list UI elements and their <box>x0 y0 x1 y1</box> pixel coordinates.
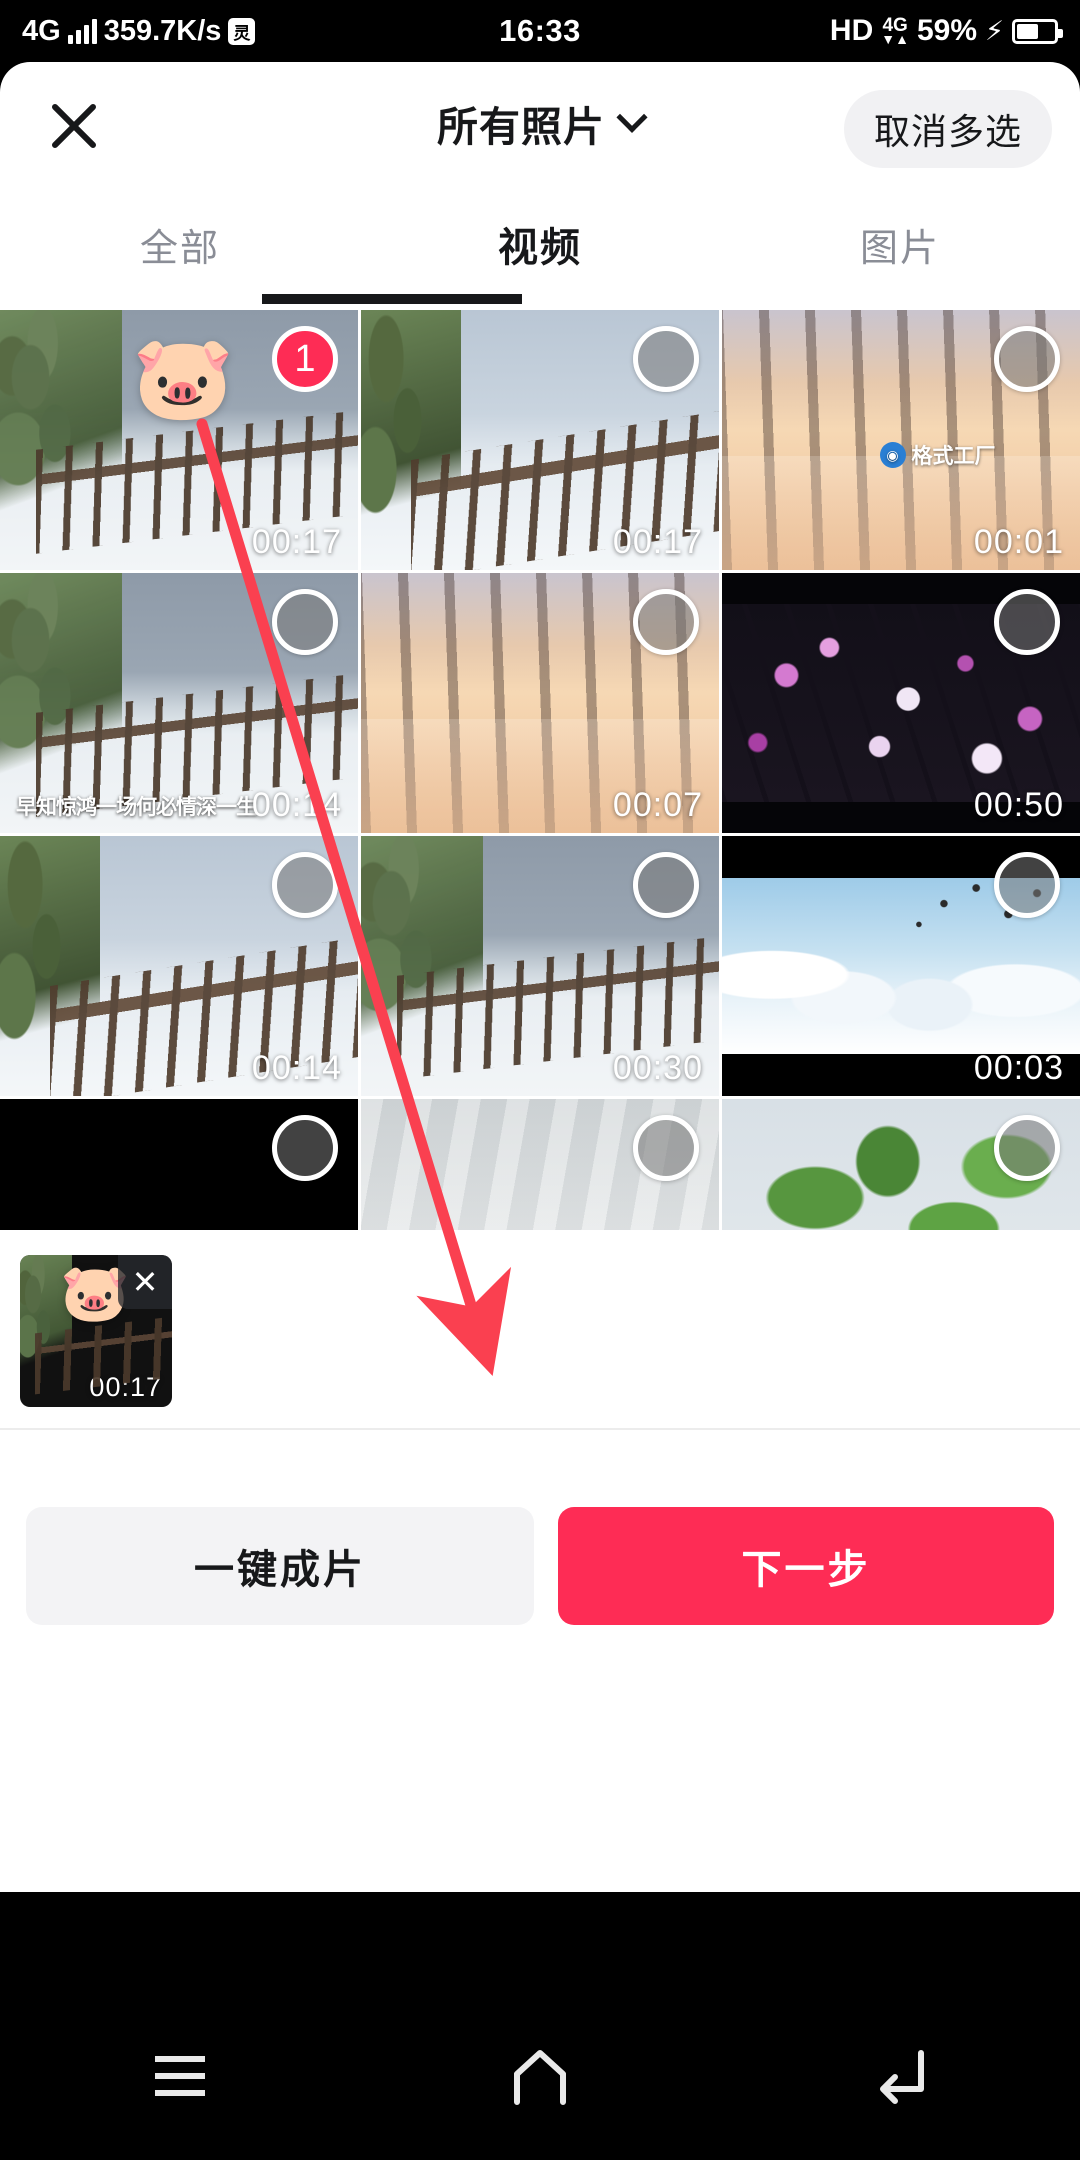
video-duration-label: 00:17 <box>251 523 342 561</box>
picker-header: 所有照片 取消多选 <box>0 62 1080 184</box>
video-duration-label: 00:07 <box>612 786 703 824</box>
media-grid-cell[interactable] <box>0 1099 358 1230</box>
selection-checkbox[interactable] <box>994 326 1060 392</box>
back-icon[interactable] <box>840 2016 960 2136</box>
tab-image[interactable]: 图片 <box>720 184 1080 304</box>
selection-checkbox[interactable] <box>994 589 1060 655</box>
selection-checkbox[interactable] <box>633 852 699 918</box>
phone-screen: 4G 359.7K/s 灵 16:33 HD 4G ▼▲ 59% ⚡ 所有照片 … <box>0 0 1080 2160</box>
menu-icon[interactable] <box>120 2016 240 2136</box>
video-duration-label: 00:03 <box>973 1049 1064 1087</box>
media-grid-cell[interactable] <box>361 1099 719 1230</box>
status-bar-right: HD 4G ▼▲ 59% ⚡ <box>829 14 1063 48</box>
selected-media-tray: 🐷 00:17 ✕ <box>0 1230 1080 1430</box>
video-duration-label: 00:14 <box>251 786 342 824</box>
tray-item[interactable]: 🐷 00:17 ✕ <box>20 1255 172 1407</box>
one-click-movie-button[interactable]: 一键成片 <box>26 1507 534 1625</box>
volte-icon: 4G ▼▲ <box>881 15 909 48</box>
selection-checkbox[interactable] <box>633 589 699 655</box>
app-notification-icon: 灵 <box>228 17 256 45</box>
android-nav-bar <box>0 1992 1080 2160</box>
network-type-label: 4G <box>22 14 61 47</box>
tab-all[interactable]: 全部 <box>0 184 360 304</box>
media-grid-cell[interactable]: 00:30 <box>361 836 719 1096</box>
battery-icon <box>1012 18 1063 44</box>
selection-checkbox[interactable] <box>633 326 699 392</box>
media-type-tabs: 全部 视频 图片 <box>0 184 1080 304</box>
home-icon[interactable] <box>480 2016 600 2136</box>
battery-percent-label: 59% <box>916 14 978 47</box>
media-grid-cell[interactable]: 00:14 <box>0 836 358 1096</box>
network-speed-label: 359.7K/s <box>103 14 222 47</box>
tray-item-duration: 00:17 <box>89 1372 162 1402</box>
selection-checkbox[interactable] <box>272 589 338 655</box>
media-grid-cell[interactable]: ◉ 格式工厂 00:01 <box>722 310 1080 570</box>
next-step-button[interactable]: 下一步 <box>558 1507 1054 1625</box>
video-duration-label: 00:30 <box>612 1049 703 1087</box>
page-title: 所有照片 <box>437 104 605 150</box>
selection-checkbox[interactable] <box>633 1115 699 1181</box>
media-picker-sheet: 所有照片 取消多选 全部 视频 图片 🐷 00:17 1 00:17 ◉ 格式工厂 00:0… <box>0 62 1080 1892</box>
media-grid: 🐷 00:17 1 00:17 ◉ 格式工厂 00:01 早知惊鸿一场何必情深一生 00:14 0… <box>0 310 1080 1230</box>
media-grid-cell[interactable]: 🐷 00:17 1 <box>0 310 358 570</box>
chevron-down-icon <box>616 101 648 133</box>
selection-checkbox[interactable] <box>994 852 1060 918</box>
selection-order-badge[interactable]: 1 <box>272 326 338 392</box>
hd-icon: HD <box>829 14 874 47</box>
video-duration-label: 00:01 <box>973 523 1064 561</box>
selection-checkbox[interactable] <box>994 1115 1060 1181</box>
media-grid-cell[interactable]: 00:50 <box>722 573 1080 833</box>
media-grid-cell[interactable]: 早知惊鸿一场何必情深一生 00:14 <box>0 573 358 833</box>
media-grid-cell[interactable]: 00:03 <box>722 836 1080 1096</box>
status-bar: 4G 359.7K/s 灵 16:33 HD 4G ▼▲ 59% ⚡ <box>0 0 1080 62</box>
tab-video[interactable]: 视频 <box>360 184 720 304</box>
video-duration-label: 00:17 <box>612 523 703 561</box>
video-duration-label: 00:50 <box>973 786 1064 824</box>
active-tab-indicator <box>262 294 522 304</box>
cancel-multiselect-button[interactable]: 取消多选 <box>843 90 1052 168</box>
selection-checkbox[interactable] <box>272 1115 338 1181</box>
remove-selected-icon[interactable]: ✕ <box>118 1255 172 1309</box>
video-duration-label: 00:14 <box>251 1049 342 1087</box>
watermark-label: ◉ 格式工厂 <box>879 440 996 470</box>
charging-bolt-icon: ⚡ <box>985 15 1004 46</box>
signal-bars-icon <box>67 18 97 44</box>
media-grid-cell[interactable]: 00:07 <box>361 573 719 833</box>
status-bar-left: 4G 359.7K/s 灵 <box>22 14 256 48</box>
watermark-text: 格式工厂 <box>911 445 996 468</box>
media-grid-cell[interactable]: 00:17 <box>361 310 719 570</box>
action-bar: 一键成片 下一步 <box>0 1432 1080 1700</box>
selection-checkbox[interactable] <box>272 852 338 918</box>
watermark-icon: ◉ <box>879 442 906 468</box>
pig-sticker-icon: 🐷 <box>132 333 235 424</box>
media-grid-cell[interactable] <box>722 1099 1080 1230</box>
video-caption-overlay: 早知惊鸿一场何必情深一生 <box>16 796 257 819</box>
